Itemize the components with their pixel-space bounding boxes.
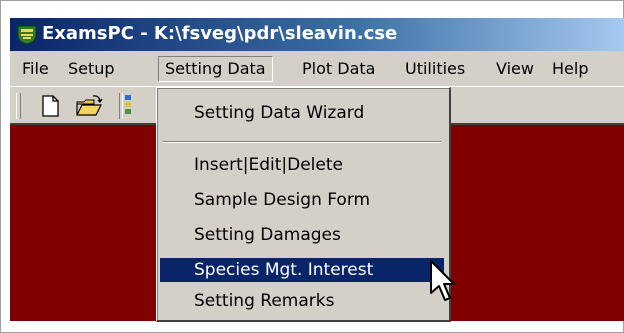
menu-plot-data[interactable]: Plot Data xyxy=(296,57,381,81)
menuitem-setting-data-wizard[interactable]: Setting Data Wizard xyxy=(160,101,444,125)
window-title: ExamsPC - K:\fsveg\pdr\sleavin.cse xyxy=(42,23,398,44)
menuitem-setting-damages[interactable]: Setting Damages xyxy=(160,223,444,247)
examspc-shield-icon xyxy=(17,25,37,45)
menuitem-setting-remarks[interactable]: Setting Remarks xyxy=(160,289,444,313)
menu-utilities[interactable]: Utilities xyxy=(399,57,471,81)
menuitem-species-mgt-interest[interactable]: Species Mgt. Interest xyxy=(160,258,444,282)
toolbar-grip[interactable] xyxy=(16,93,21,119)
menu-setup[interactable]: Setup xyxy=(62,57,121,81)
menu-setting-data[interactable]: Setting Data xyxy=(158,56,273,82)
title-bar[interactable]: ExamsPC - K:\fsveg\pdr\sleavin.cse xyxy=(10,18,624,51)
menu-file[interactable]: File xyxy=(16,57,55,81)
menu-help[interactable]: Help xyxy=(546,57,594,81)
open-folder-icon[interactable] xyxy=(74,93,103,119)
mouse-pointer-icon xyxy=(430,260,455,301)
menu-separator xyxy=(163,141,441,143)
new-document-icon[interactable] xyxy=(36,93,64,119)
setting-data-dropdown: Setting Data Wizard Insert|Edit|Delete S… xyxy=(156,87,451,322)
toolbar-color-icon[interactable] xyxy=(123,93,135,119)
menuitem-sample-design-form[interactable]: Sample Design Form xyxy=(160,188,444,212)
screenshot-frame: ExamsPC - K:\fsveg\pdr\sleavin.cse File … xyxy=(0,0,624,333)
menuitem-insert-edit-delete[interactable]: Insert|Edit|Delete xyxy=(160,153,444,177)
menu-view[interactable]: View xyxy=(490,57,540,81)
menu-bar: File Setup Setting Data Plot Data Utilit… xyxy=(10,51,624,86)
